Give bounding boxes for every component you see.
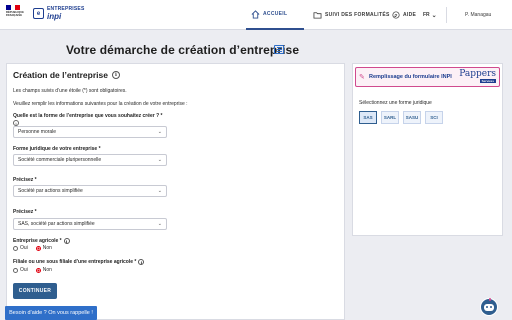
precision-select-2[interactable]: SAS, société par actions simplifiée ⌄ bbox=[13, 218, 167, 230]
q4-label: Précisez * bbox=[13, 209, 37, 215]
subsidiary-label-row: Filiale ou une sous filiale d’une entrep… bbox=[13, 259, 145, 265]
agri-label-row: Entreprise agricole * i bbox=[13, 238, 70, 244]
pappers-logo: Pappers Services bbox=[459, 69, 496, 83]
robot-icon bbox=[484, 303, 494, 311]
chevron-down-icon: ⌄ bbox=[157, 221, 162, 227]
entreprise-form-select[interactable]: Personne morale ⌄ bbox=[13, 126, 167, 138]
callback-help-button[interactable]: Besoin d’aide ? On vous rappelle ! bbox=[5, 306, 97, 320]
chip-sarl[interactable]: SARL bbox=[381, 111, 399, 124]
chevron-down-icon: ⌄ bbox=[157, 129, 162, 135]
legal-form-select[interactable]: Société commerciale pluripersonnelle ⌄ bbox=[13, 154, 167, 166]
top-header: RÉPUBLIQUE FRANÇAISE e ENTREPRISES inpi A… bbox=[0, 0, 512, 30]
edit-icon: ✎ bbox=[359, 73, 365, 81]
precision-select-1[interactable]: Société par actions simplifiée ⌄ bbox=[13, 185, 167, 197]
nav-home[interactable]: ACCUEIL bbox=[246, 0, 304, 30]
radio-unchecked-icon bbox=[13, 267, 18, 273]
svg-text:?: ? bbox=[395, 13, 398, 19]
info-icon[interactable]: i bbox=[138, 259, 145, 265]
radio-unchecked-icon bbox=[13, 245, 18, 251]
legal-form-chips: SAS SARL SASU SCI bbox=[359, 111, 443, 124]
chevron-down-icon: ⌄ bbox=[431, 12, 437, 19]
q2-label: Forme juridique de votre entreprise * bbox=[13, 146, 101, 152]
user-menu[interactable]: P. Managau bbox=[465, 0, 491, 30]
pappers-panel: ✎ Remplissage du formulaire INPI Pappers… bbox=[352, 63, 503, 236]
agri-no-radio[interactable]: Non bbox=[35, 245, 52, 251]
section-title: Création de l’entreprise i bbox=[13, 70, 120, 80]
chevron-down-icon: ⌄ bbox=[157, 157, 162, 163]
republique-francaise-logo: RÉPUBLIQUE FRANÇAISE bbox=[6, 5, 28, 25]
info-icon[interactable]: i bbox=[63, 238, 70, 244]
instructions: Veuillez remplir les informations suivan… bbox=[13, 101, 188, 107]
divider bbox=[446, 7, 447, 23]
panel-subtitle: Sélectionnez une forme juridique bbox=[359, 100, 432, 106]
nav-help[interactable]: ? AIDE bbox=[392, 0, 416, 30]
pappers-header: ✎ Remplissage du formulaire INPI Pappers… bbox=[355, 67, 500, 87]
subsidiary-radio-group: Oui Non bbox=[13, 267, 52, 273]
page-title: Votre démarche de création d’entreprise bbox=[66, 43, 300, 57]
required-note: Les champs suivis d’une étoile (*) sont … bbox=[13, 88, 127, 94]
help-icon: ? bbox=[392, 11, 400, 19]
continue-button[interactable]: CONTINUER bbox=[13, 283, 57, 299]
q1-label: Quelle est la forme de l’entreprise que … bbox=[13, 113, 163, 119]
home-icon bbox=[251, 9, 260, 19]
chatbot-button[interactable] bbox=[480, 298, 498, 316]
inpi-logo-icon: e bbox=[33, 8, 44, 19]
info-icon[interactable]: i bbox=[111, 71, 120, 79]
chip-sasu[interactable]: SASU bbox=[403, 111, 421, 124]
folder-icon bbox=[313, 12, 322, 19]
q3-label: Précisez * bbox=[13, 177, 37, 183]
radio-checked-icon bbox=[35, 267, 41, 273]
brand-line2: inpi bbox=[47, 12, 62, 21]
sub-yes-radio[interactable]: Oui bbox=[13, 267, 28, 273]
nav-followup[interactable]: SUIVI DES FORMALITÉS ⌄ bbox=[313, 0, 398, 30]
chip-sas[interactable]: SAS bbox=[359, 111, 377, 124]
agri-yes-radio[interactable]: Oui bbox=[13, 245, 28, 251]
agri-radio-group: Oui Non bbox=[13, 245, 52, 251]
radio-checked-icon bbox=[35, 245, 41, 251]
chevron-down-icon: ⌄ bbox=[157, 188, 162, 194]
creation-form-card: Création de l’entreprise i Les champs su… bbox=[6, 63, 345, 320]
chip-sci[interactable]: SCI bbox=[425, 111, 443, 124]
sub-no-radio[interactable]: Non bbox=[35, 267, 52, 273]
inpi-brand-logo[interactable]: e ENTREPRISES inpi bbox=[33, 6, 85, 21]
chatbot-antenna bbox=[489, 298, 491, 301]
language-selector[interactable]: FR ⌄ bbox=[423, 0, 437, 30]
list-icon[interactable] bbox=[274, 45, 284, 54]
